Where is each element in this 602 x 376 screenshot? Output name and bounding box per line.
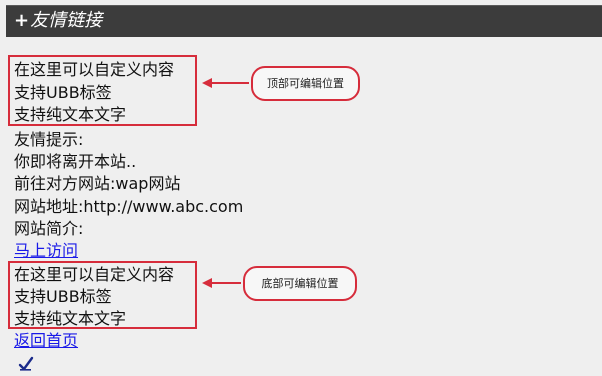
bottom-arrow <box>202 278 241 288</box>
annotation-arrows <box>202 78 249 288</box>
top-arrow <box>202 78 249 88</box>
